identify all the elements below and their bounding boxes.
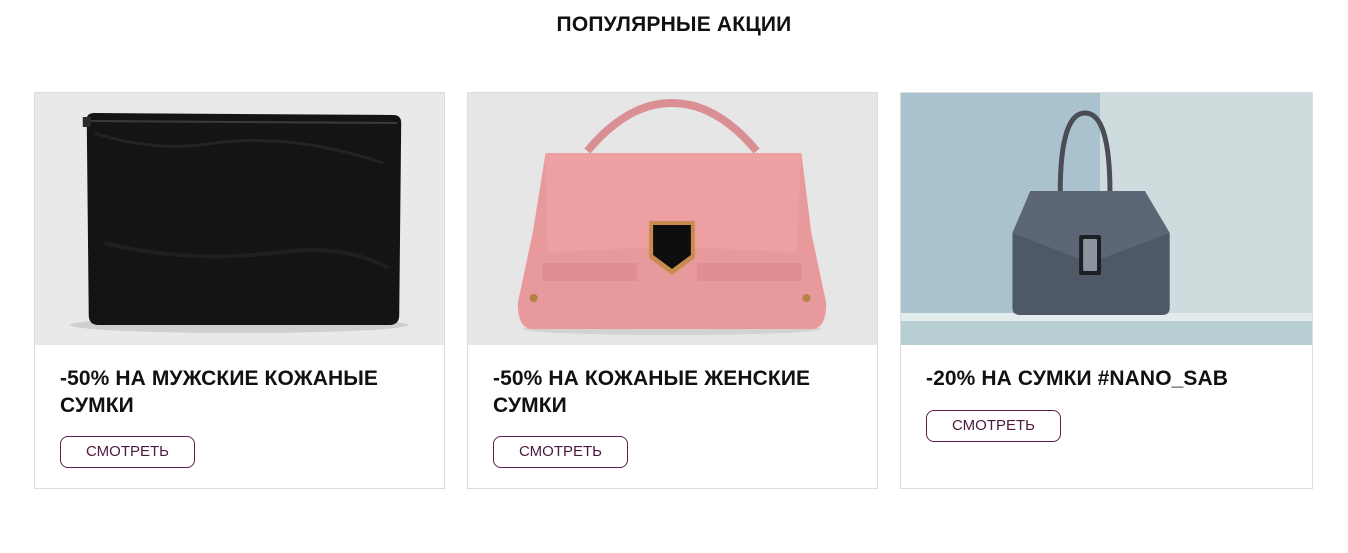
section-title: ПОПУЛЯРНЫЕ АКЦИИ [556,13,792,36]
promo-image-black-clutch[interactable] [35,93,444,345]
promo-title: -20% НА СУМКИ #NANO_SAB [926,367,1229,390]
promo-card[interactable]: -20% НА СУМКИ #NANO_SAB СМОТРЕТЬ [900,92,1313,489]
promo-card[interactable]: -50% НА МУЖСКИЕ КОЖАНЫЕ СУМКИ СМОТРЕТЬ [34,92,445,489]
promo-title: -50% НА МУЖСКИЕ КОЖАНЫЕ СУМКИ [60,367,379,417]
promo-image-pink-handbag[interactable] [468,93,877,345]
view-button[interactable]: СМОТРЕТЬ [493,436,629,468]
promo-card[interactable]: -50% НА КОЖАНЫЕ ЖЕНСКИЕ СУМКИ СМОТРЕТЬ [467,92,878,489]
view-button[interactable]: СМОТРЕТЬ [926,410,1062,442]
view-button[interactable]: СМОТРЕТЬ [60,436,196,468]
promo-title: -50% НА КОЖАНЫЕ ЖЕНСКИЕ СУМКИ [493,367,811,417]
promo-image-blue-handbag[interactable] [901,93,1312,345]
